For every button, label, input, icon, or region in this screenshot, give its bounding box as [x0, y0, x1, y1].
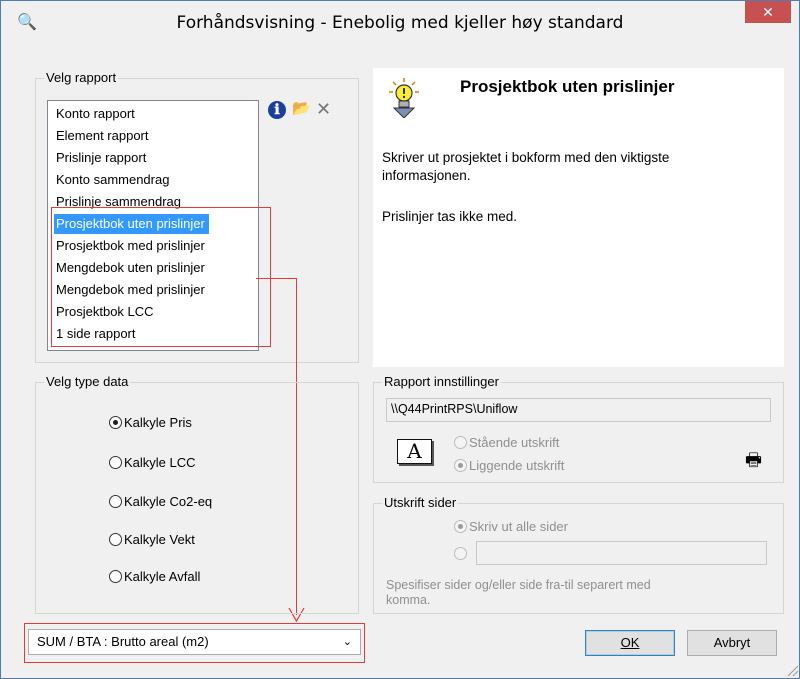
description-title: Prosjektbok uten prislinjer — [460, 77, 675, 96]
report-group-label: Velg rapport — [44, 70, 119, 85]
list-item[interactable]: Konto rapport — [56, 104, 135, 124]
report-settings-label: Rapport innstillinger — [382, 374, 501, 389]
radio-label: Kalkyle Co2-eq — [124, 494, 213, 509]
preview-dialog: 🔍 Forhåndsvisning - Enebolig med kjeller… — [0, 0, 800, 679]
ok-button[interactable]: OK — [585, 630, 675, 656]
radio-kalkyle-pris[interactable]: Kalkyle Pris — [109, 414, 192, 432]
annotation-line — [256, 278, 296, 279]
radio-label: Kalkyle LCC — [124, 455, 196, 470]
radio-button[interactable] — [109, 416, 122, 429]
annotation-highlight-box — [51, 207, 271, 347]
radio-page-range[interactable] — [454, 545, 469, 563]
chevron-down-icon: ⌄ — [342, 636, 352, 648]
data-type-group-label: Velg type data — [44, 374, 131, 389]
radio-button[interactable] — [109, 495, 122, 508]
printer-icon[interactable]: 🖶 — [745, 450, 762, 470]
radio-kalkyle-co2[interactable]: Kalkyle Co2-eq — [109, 493, 212, 511]
open-folder-icon[interactable]: 📂 — [292, 100, 311, 118]
radio-button[interactable] — [454, 520, 467, 533]
page-hint-2: komma. — [386, 593, 431, 607]
cancel-button[interactable]: Avbryt — [687, 630, 777, 656]
printer-field[interactable]: \\Q44PrintRPS\Uniflow — [386, 398, 771, 422]
radio-button[interactable] — [109, 570, 122, 583]
radio-portrait[interactable]: Stående utskrift — [454, 434, 559, 452]
radio-landscape[interactable]: Liggende utskrift — [454, 457, 564, 475]
list-item[interactable]: Konto sammendrag — [56, 170, 169, 190]
info-icon[interactable]: ℹ — [268, 101, 286, 119]
radio-label: Liggende utskrift — [469, 458, 565, 473]
lightbulb-icon — [389, 78, 419, 118]
radio-button[interactable] — [454, 459, 467, 472]
window-title: Forhåndsvisning - Enebolig med kjeller h… — [176, 13, 624, 33]
radio-button[interactable] — [109, 456, 122, 469]
radio-all-pages[interactable]: Skriv ut alle sider — [454, 518, 568, 536]
cancel-label: Avbryt — [713, 635, 751, 650]
unit-dropdown[interactable]: SUM / BTA : Brutto areal (m2) ⌄ — [28, 629, 361, 655]
description-text-1: Skriver ut prosjektet i bokform med den … — [382, 150, 670, 165]
dropdown-value: SUM / BTA : Brutto areal (m2) — [37, 634, 209, 649]
description-panel: Prosjektbok uten prislinjer Skriver ut p… — [373, 68, 784, 367]
radio-label: Stående utskrift — [469, 435, 560, 450]
radio-label: Skriv ut alle sider — [469, 519, 568, 534]
radio-label: Kalkyle Vekt — [124, 532, 195, 547]
radio-label: Kalkyle Avfall — [124, 569, 201, 584]
resize-grip-icon[interactable] — [785, 663, 799, 677]
radio-label: Kalkyle Pris — [124, 415, 192, 430]
page-orientation-icon: A — [397, 439, 432, 464]
close-button[interactable]: ✕ — [745, 1, 791, 23]
list-item[interactable]: Prislinje rapport — [56, 148, 146, 168]
radio-kalkyle-lcc[interactable]: Kalkyle LCC — [109, 454, 196, 472]
list-item[interactable]: Element rapport — [56, 126, 149, 146]
radio-button[interactable] — [454, 436, 467, 449]
radio-button[interactable] — [109, 533, 122, 546]
print-pages-label: Utskrift sider — [382, 495, 459, 510]
description-text-2: informasjonen. — [382, 168, 471, 183]
ok-label: OK — [620, 635, 640, 650]
radio-kalkyle-avfall[interactable]: Kalkyle Avfall — [109, 568, 200, 586]
radio-button[interactable] — [454, 547, 467, 560]
description-text-3: Prislinjer tas ikke med. — [382, 209, 518, 224]
delete-icon[interactable]: ✕ — [316, 100, 331, 118]
radio-kalkyle-vekt[interactable]: Kalkyle Vekt — [109, 531, 195, 549]
page-range-input[interactable] — [476, 541, 767, 565]
page-hint-1: Spesifiser sider og/eller side fra-til s… — [386, 578, 651, 592]
title-bar: 🔍 Forhåndsvisning - Enebolig med kjeller… — [1, 1, 799, 45]
